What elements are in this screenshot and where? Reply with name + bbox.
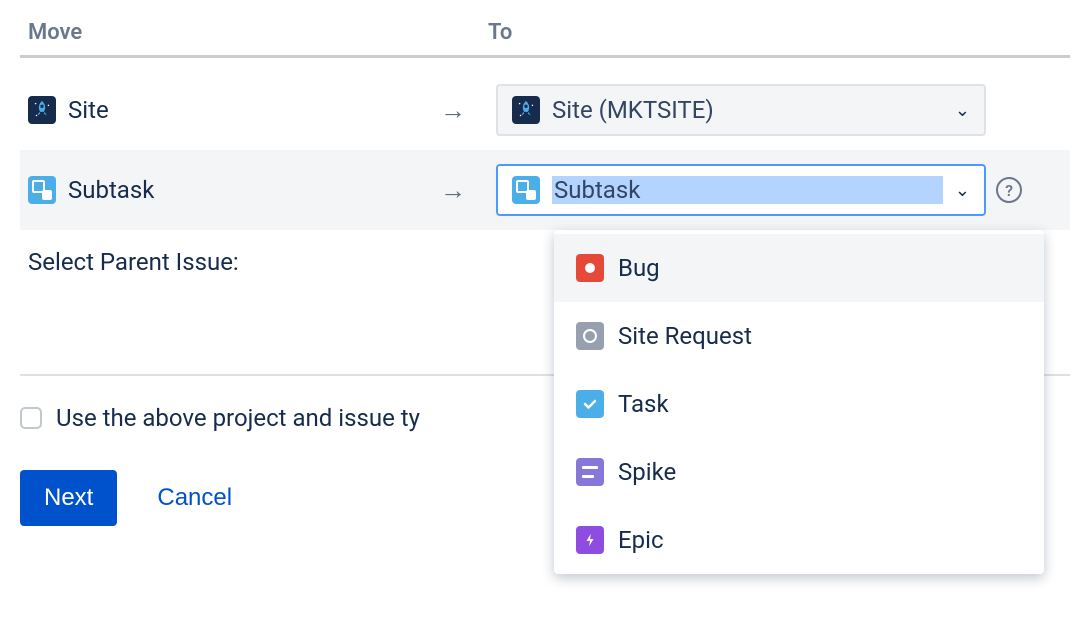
spike-icon [576, 458, 604, 486]
dropdown-option-bug[interactable]: Bug [554, 234, 1044, 302]
apply-all-label: Use the above project and issue ty [56, 404, 420, 432]
bug-icon [576, 254, 604, 282]
issuetype-select-value: Subtask [552, 176, 943, 204]
subtask-icon [512, 176, 540, 204]
dropdown-option-site-request[interactable]: Site Request [554, 302, 1044, 370]
chevron-down-icon: ⌄ [955, 100, 970, 121]
apply-all-checkbox[interactable] [20, 407, 42, 429]
mapping-row-subtask: Subtask → Subtask ⌄ ? [20, 150, 1070, 230]
source-label-subtask: Subtask [68, 176, 154, 204]
source-label-site: Site [68, 96, 109, 124]
circle-icon [576, 322, 604, 350]
subtask-icon [28, 176, 56, 204]
header-to: To [480, 20, 1070, 45]
help-icon[interactable]: ? [996, 177, 1022, 203]
rocket-icon [28, 96, 56, 124]
mapping-row-site: Site → Site (MKTSITE) ⌄ [20, 70, 1070, 150]
header-move: Move [20, 20, 480, 45]
dropdown-option-spike[interactable]: Spike [554, 438, 1044, 506]
project-select[interactable]: Site (MKTSITE) ⌄ [496, 84, 986, 136]
dropdown-option-task[interactable]: Task [554, 370, 1044, 438]
epic-icon [576, 526, 604, 554]
cancel-button[interactable]: Cancel [157, 484, 232, 512]
issuetype-select[interactable]: Subtask ⌄ [496, 164, 986, 216]
next-button[interactable]: Next [20, 470, 117, 526]
arrow-icon: → [440, 175, 488, 206]
chevron-down-icon: ⌄ [955, 180, 970, 201]
dropdown-option-epic[interactable]: Epic [554, 506, 1044, 574]
rocket-icon [512, 96, 540, 124]
project-select-value: Site (MKTSITE) [552, 96, 943, 124]
issuetype-dropdown: Bug Site Request Task Spike Epic [554, 230, 1044, 574]
task-icon [576, 390, 604, 418]
column-headers: Move To [20, 20, 1070, 58]
arrow-icon: → [440, 95, 488, 126]
